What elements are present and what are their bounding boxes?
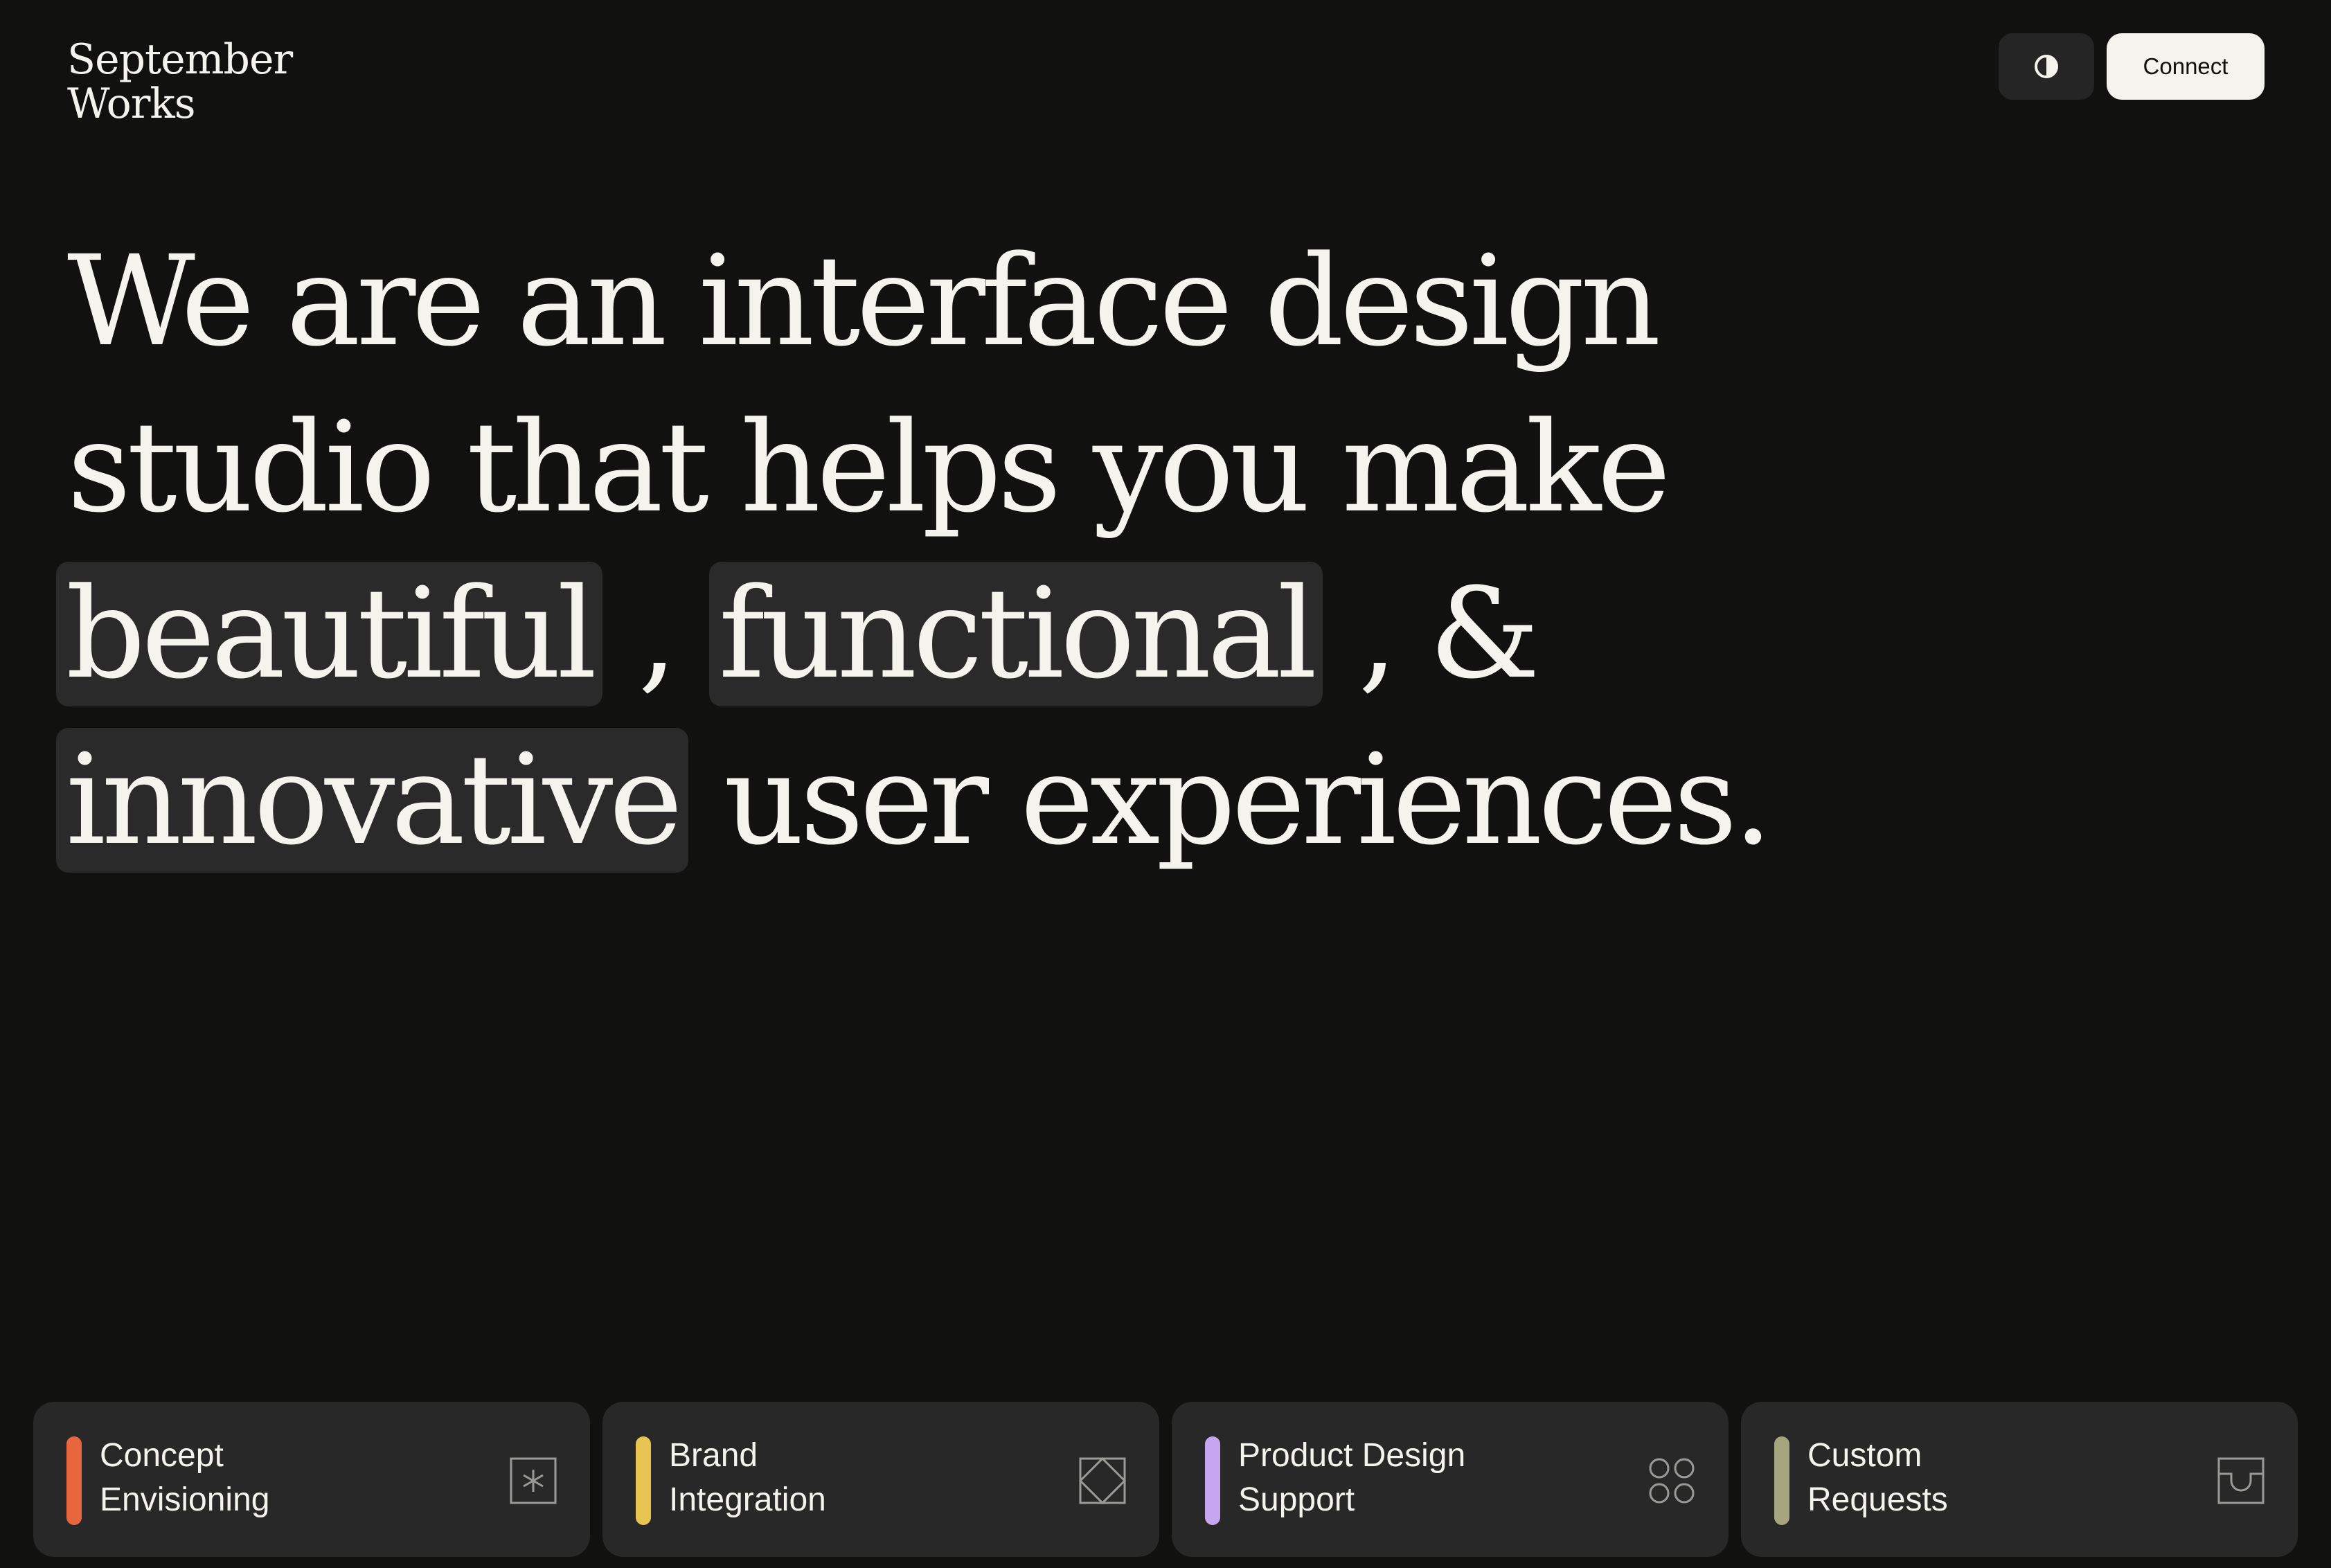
service-label-line-1: Concept [100,1437,224,1474]
service-label-line-2: Support [1238,1481,1355,1518]
hero-line-1: We are an interface design [67,229,1661,374]
service-label: Brand Integration [669,1434,1057,1522]
brand-logo[interactable]: September Works [67,35,293,128]
hero-line-3: beautiful , functional , & [56,551,1937,718]
service-label-line-1: Brand [669,1437,758,1474]
hero-headline: We are an interface design studio that h… [56,219,1937,884]
service-card-concept-envisioning[interactable]: Concept Envisioning [33,1402,590,1557]
highlight-beautiful: beautiful [56,562,603,706]
highlight-functional: functional [708,562,1323,706]
four-circles-icon [1649,1458,1695,1504]
service-card-custom-requests[interactable]: Custom Requests [1741,1402,2298,1557]
service-label-line-2: Integration [669,1481,826,1518]
connect-button[interactable]: Connect [2107,33,2265,100]
hero-line-2: studio that helps you make [67,395,1671,540]
accent-bar [636,1436,651,1525]
hero-comma-2: , & [1323,562,1540,706]
service-label-line-1: Custom [1807,1437,1922,1474]
hero-tail: user experiences. [688,728,1773,873]
service-label-line-2: Requests [1807,1481,1948,1518]
diamond-square-icon [1078,1456,1127,1505]
highlight-innovative: innovative [56,728,688,873]
accent-bar [1205,1436,1220,1525]
accent-bar [66,1436,82,1525]
contrast-icon [2035,55,2058,78]
accent-bar [1774,1436,1789,1525]
hero-line-4: innovative user experiences. [56,718,1937,884]
service-cards: Concept Envisioning Brand Integration Pr… [33,1402,2298,1557]
service-label-line-1: Product Design [1238,1437,1466,1474]
brand-line-2: Works [67,80,196,128]
service-card-product-design-support[interactable]: Product Design Support [1172,1402,1729,1557]
service-card-brand-integration[interactable]: Brand Integration [602,1402,1159,1557]
service-label-line-2: Envisioning [100,1481,270,1518]
service-label: Custom Requests [1807,1434,2195,1522]
brand-line-1: September [67,35,293,84]
theme-toggle-button[interactable] [1999,33,2094,100]
hero-comma-1: , [602,562,709,706]
asterisk-square-icon [510,1457,557,1504]
service-label: Concept Envisioning [100,1434,488,1522]
tray-icon [2217,1457,2265,1504]
service-label: Product Design Support [1238,1434,1626,1522]
